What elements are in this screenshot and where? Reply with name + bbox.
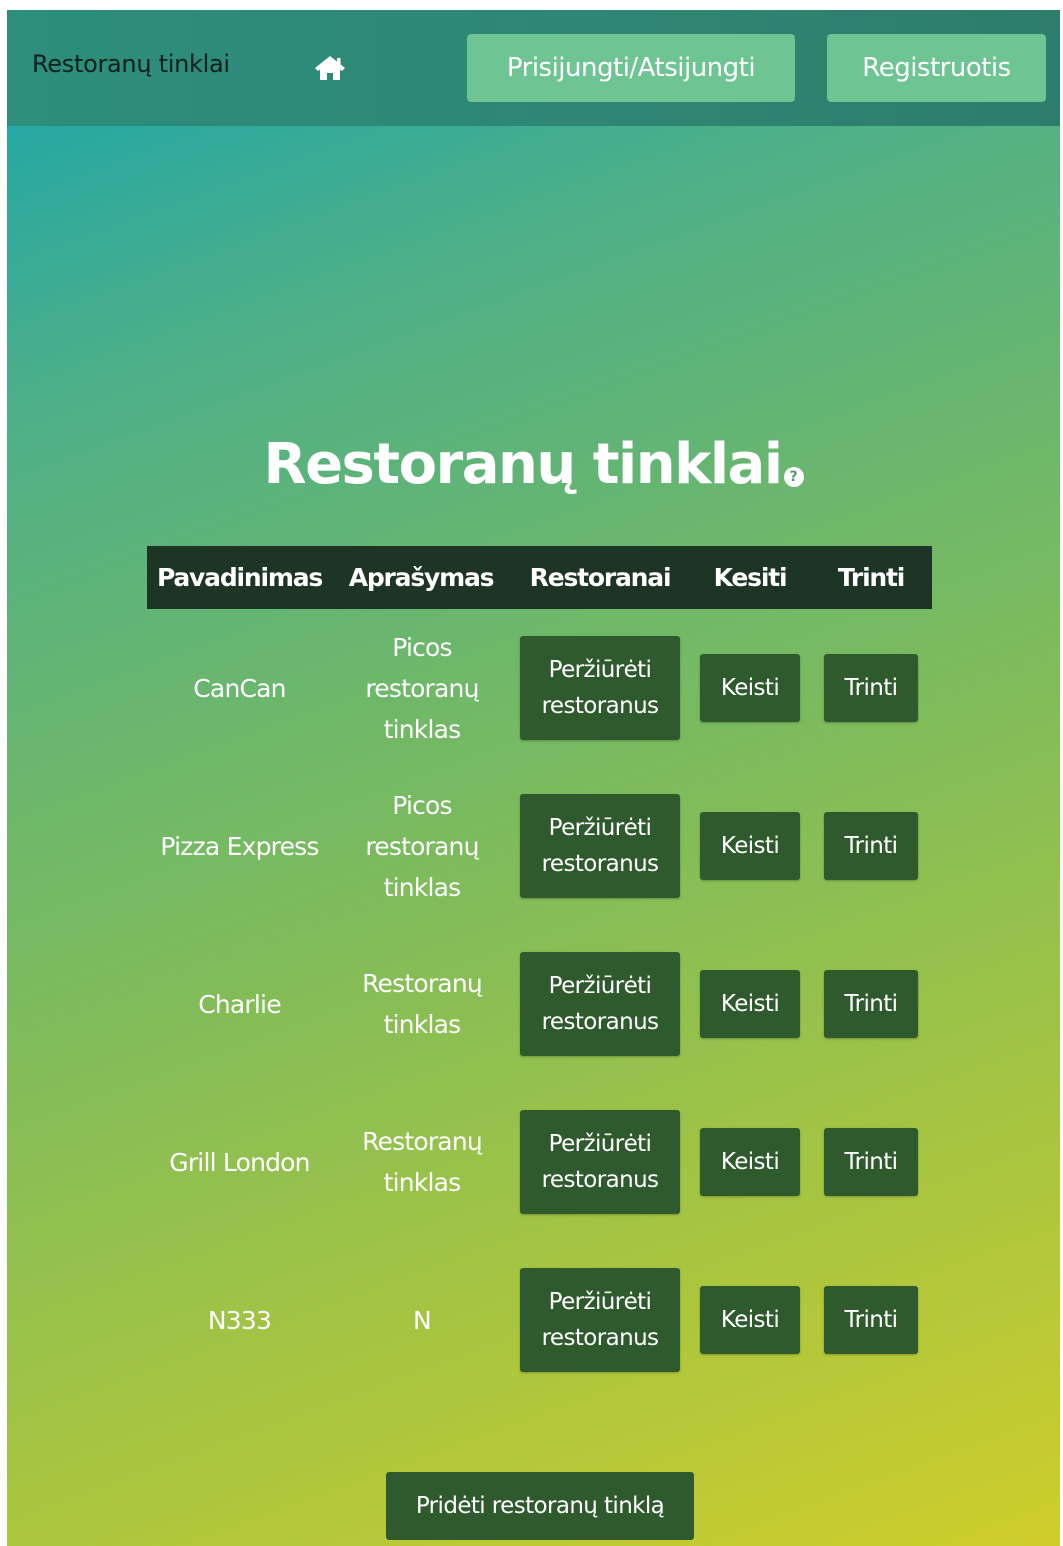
navbar-brand[interactable]: Restoranų tinklai xyxy=(32,50,230,78)
view-restaurants-button[interactable]: Peržiūrėti restoranus xyxy=(520,1110,680,1214)
view-cell: Peržiūrėti restoranus xyxy=(510,1083,690,1241)
chain-name: Charlie xyxy=(198,989,281,1019)
edit-button[interactable]: Keisti xyxy=(700,812,800,880)
delete-cell: Trinti xyxy=(810,1241,932,1399)
view-restaurants-button[interactable]: Peržiūrėti restoranus xyxy=(520,636,680,740)
delete-button[interactable]: Trinti xyxy=(824,1128,918,1196)
header-name: Pavadinimas xyxy=(156,563,323,592)
delete-button[interactable]: Trinti xyxy=(824,1286,918,1354)
table-row: Grill London Restoranų tinklas Peržiūrėt… xyxy=(147,1083,932,1241)
delete-cell: Trinti xyxy=(810,925,932,1083)
view-cell: Peržiūrėti restoranus xyxy=(510,1241,690,1399)
table-row: Pizza Express Picos restoranų tinklas Pe… xyxy=(147,767,932,925)
view-cell: Peržiūrėti restoranus xyxy=(510,767,690,925)
chain-name: Grill London xyxy=(169,1147,310,1177)
edit-cell: Keisti xyxy=(690,1241,810,1399)
edit-button[interactable]: Keisti xyxy=(700,1286,800,1354)
delete-cell: Trinti xyxy=(810,609,932,767)
chain-description: Picos restoranų tinklas xyxy=(365,790,479,902)
chain-description: Restoranų tinklas xyxy=(362,969,483,1039)
add-chain-button[interactable]: Pridėti restoranų tinklą xyxy=(386,1472,694,1540)
edit-button[interactable]: Keisti xyxy=(700,970,800,1038)
chain-description: N xyxy=(413,1305,432,1335)
chain-description: Picos restoranų tinklas xyxy=(365,632,479,744)
header-restaurants: Restoranai xyxy=(529,563,672,592)
chain-name: N333 xyxy=(207,1305,272,1335)
header-delete: Trinti xyxy=(837,563,906,592)
view-cell: Peržiūrėti restoranus xyxy=(510,609,690,767)
view-restaurants-button[interactable]: Peržiūrėti restoranus xyxy=(520,1268,680,1372)
help-icon[interactable]: ? xyxy=(783,467,804,487)
page-title: Restoranų tinklai? xyxy=(7,432,1060,497)
delete-cell: Trinti xyxy=(810,767,932,925)
chain-name: Pizza Express xyxy=(160,831,319,861)
chain-description: Restoranų tinklas xyxy=(362,1127,483,1197)
edit-button[interactable]: Keisti xyxy=(700,1128,800,1196)
view-restaurants-button[interactable]: Peržiūrėti restoranus xyxy=(520,952,680,1056)
table-row: CanCan Picos restoranų tinklas Peržiūrėt… xyxy=(147,609,932,767)
chain-name: CanCan xyxy=(193,673,286,703)
login-logout-button[interactable]: Prisijungti/Atsijungti xyxy=(467,34,795,102)
register-button[interactable]: Registruotis xyxy=(827,34,1046,102)
delete-cell: Trinti xyxy=(810,1083,932,1241)
edit-cell: Keisti xyxy=(690,925,810,1083)
header-edit: Kesiti xyxy=(713,563,788,592)
home-icon[interactable] xyxy=(312,53,348,83)
navbar: Restoranų tinklai Prisijungti/Atsijungti… xyxy=(7,10,1060,126)
table-header: Pavadinimas Aprašymas Restoranai Kesiti … xyxy=(147,546,932,609)
edit-cell: Keisti xyxy=(690,767,810,925)
page-frame: Restoranų tinklai Prisijungti/Atsijungti… xyxy=(7,10,1060,1546)
delete-button[interactable]: Trinti xyxy=(824,812,918,880)
edit-cell: Keisti xyxy=(690,609,810,767)
page-title-text: Restoranų tinklai xyxy=(263,432,783,497)
table-row: N333 N Peržiūrėti restoranus Keisti Trin… xyxy=(147,1241,932,1399)
view-restaurants-button[interactable]: Peržiūrėti restoranus xyxy=(520,794,680,898)
table-row: Charlie Restoranų tinklas Peržiūrėti res… xyxy=(147,925,932,1083)
delete-button[interactable]: Trinti xyxy=(824,654,918,722)
delete-button[interactable]: Trinti xyxy=(824,970,918,1038)
view-cell: Peržiūrėti restoranus xyxy=(510,925,690,1083)
edit-cell: Keisti xyxy=(690,1083,810,1241)
edit-button[interactable]: Keisti xyxy=(700,654,800,722)
header-description: Aprašymas xyxy=(348,563,495,592)
